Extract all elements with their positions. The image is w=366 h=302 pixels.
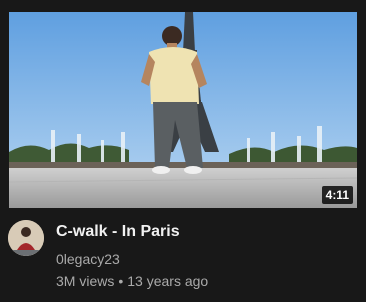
video-title[interactable]: C-walk - In Paris <box>56 222 352 242</box>
video-thumbnail[interactable]: 4:11 <box>9 12 357 208</box>
channel-avatar[interactable] <box>8 220 44 256</box>
upload-age: 13 years ago <box>127 273 209 289</box>
meta-separator: • <box>118 273 124 289</box>
channel-name[interactable]: 0legacy23 <box>56 250 352 268</box>
video-stats: 3M views • 13 years ago <box>56 272 352 290</box>
video-card[interactable]: 4:11 C-walk - In Paris 0legacy23 3M view… <box>0 0 366 302</box>
thumbnail-image <box>9 12 357 208</box>
avatar-icon <box>8 220 44 256</box>
video-duration-badge: 4:11 <box>321 186 353 204</box>
video-meta: C-walk - In Paris 0legacy23 3M views • 13 … <box>56 222 352 290</box>
view-count: 3M views <box>56 273 115 289</box>
